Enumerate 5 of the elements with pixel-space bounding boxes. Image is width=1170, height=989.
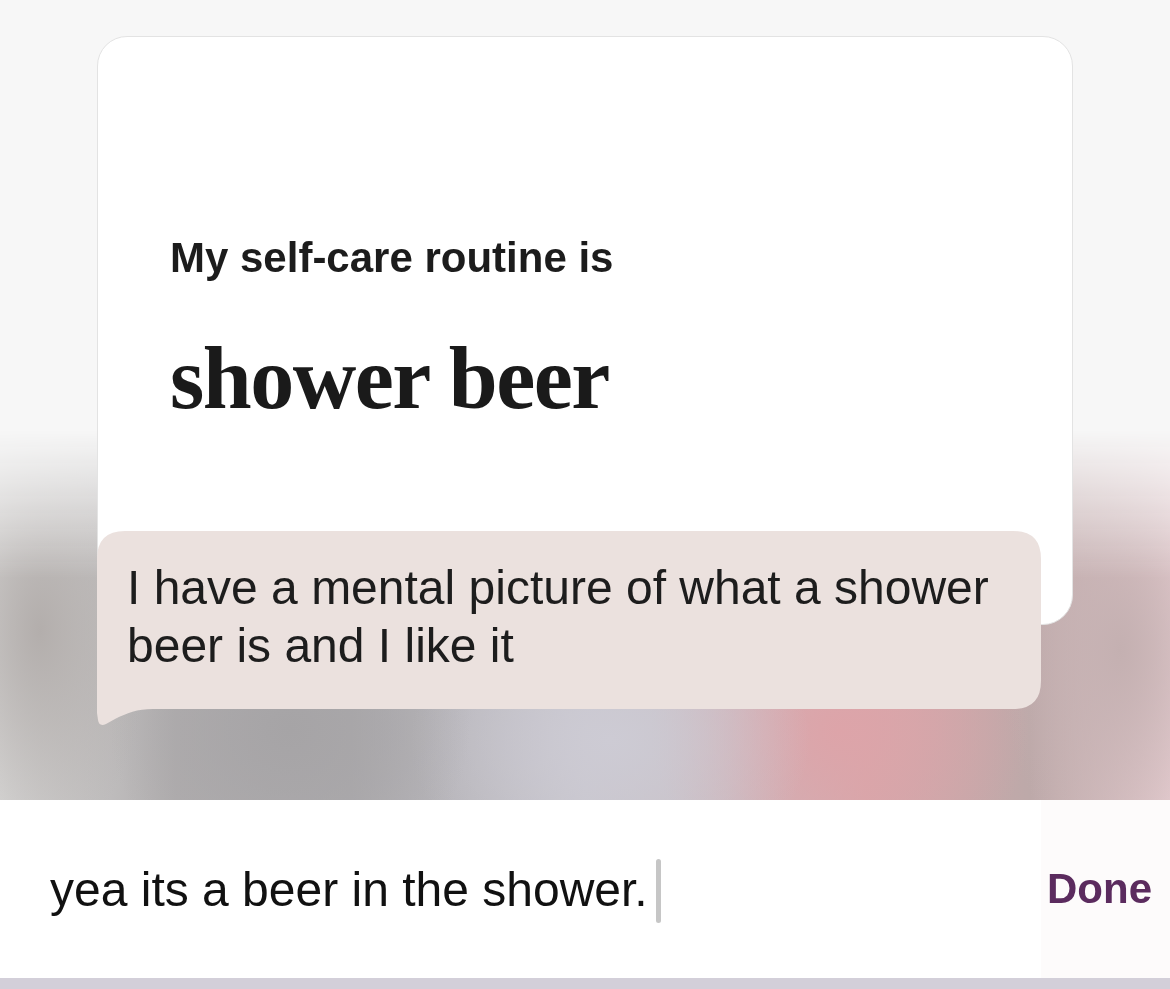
done-button[interactable]: Done bbox=[1047, 865, 1152, 913]
message-input[interactable]: yea its a beer in the shower. bbox=[50, 861, 648, 917]
answer-text: shower beer bbox=[170, 330, 609, 428]
prompt-text: My self-care routine is bbox=[170, 234, 614, 282]
message-text: I have a mental picture of what a shower beer is and I like it bbox=[127, 560, 990, 674]
